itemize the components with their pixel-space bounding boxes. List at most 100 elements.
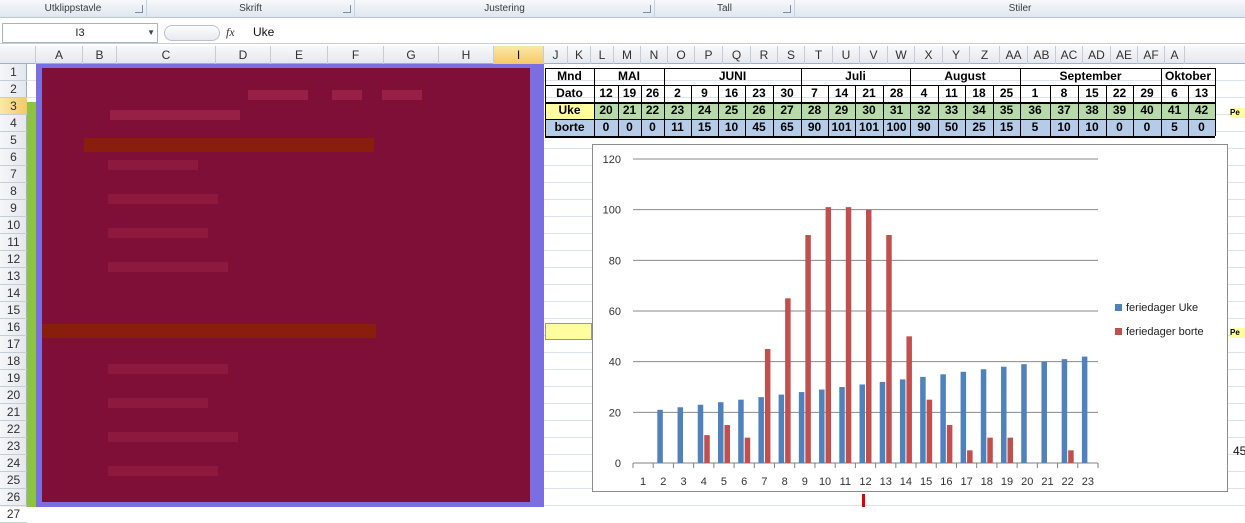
month-label[interactable]: JUNI [664, 68, 801, 85]
row-header[interactable]: 21 [0, 404, 27, 421]
borte-cell[interactable]: 15 [993, 119, 1020, 136]
date-cell[interactable]: 23 [745, 85, 773, 102]
bar-feriedager-borte[interactable] [967, 450, 973, 463]
borte-cell[interactable]: 5 [1020, 119, 1050, 136]
borte-cell[interactable]: 45 [745, 119, 773, 136]
date-cell[interactable]: 6 [1161, 85, 1188, 102]
week-cell[interactable]: 20 [594, 102, 618, 119]
column-header[interactable]: Z [970, 46, 1000, 64]
column-header[interactable]: X [915, 46, 943, 64]
date-cell[interactable]: 11 [938, 85, 965, 102]
row-header[interactable]: 11 [0, 234, 27, 251]
bar-feriedager-borte[interactable] [1007, 437, 1014, 463]
date-cell[interactable]: 30 [773, 85, 801, 102]
row-header[interactable]: 19 [0, 370, 27, 387]
borte-cell[interactable]: 100 [883, 119, 910, 136]
borte-cell[interactable]: 101 [855, 119, 883, 136]
column-header[interactable]: P [695, 46, 723, 64]
dialog-launcher-icon[interactable] [135, 5, 143, 13]
month-label[interactable]: Oktober [1161, 68, 1215, 85]
row-header[interactable]: 3 [0, 98, 27, 115]
week-cell[interactable]: 23 [664, 102, 691, 119]
date-cell[interactable]: 22 [1106, 85, 1133, 102]
bar-feriedager-borte[interactable] [987, 437, 993, 463]
dialog-launcher-icon[interactable] [783, 5, 791, 13]
dato-label[interactable]: Dato [545, 85, 594, 102]
chevron-down-icon[interactable]: ▼ [147, 24, 155, 42]
date-cell[interactable]: 1 [1020, 85, 1050, 102]
column-header[interactable]: F [328, 46, 384, 64]
borte-cell[interactable]: 10 [1050, 119, 1078, 136]
column-header[interactable]: K [568, 46, 591, 64]
row-header[interactable]: 5 [0, 132, 27, 149]
row-header[interactable]: 8 [0, 183, 27, 200]
week-cell[interactable]: 38 [1078, 102, 1106, 119]
week-cell[interactable]: 30 [855, 102, 883, 119]
borte-cell[interactable]: 90 [910, 119, 938, 136]
column-header[interactable]: V [860, 46, 888, 64]
name-box[interactable]: I3 ▼ [2, 23, 158, 43]
borte-cell[interactable]: 0 [1188, 119, 1215, 136]
week-cell[interactable]: 36 [1020, 102, 1050, 119]
date-cell[interactable]: 29 [1133, 85, 1161, 102]
date-cell[interactable]: 18 [965, 85, 993, 102]
bar-feriedager-uke[interactable] [1061, 359, 1068, 463]
bar-chart[interactable]: 0 20 40 60 80 100 120 1 2 3 4 5 6 7 8 9 10 11 12 13 14 15 16 17… [592, 144, 1228, 492]
borte-cell[interactable]: 5 [1161, 119, 1188, 136]
week-cell[interactable]: 31 [883, 102, 910, 119]
bar-feriedager-uke[interactable] [778, 394, 785, 463]
week-cell[interactable]: 34 [965, 102, 993, 119]
bar-feriedager-uke[interactable] [819, 389, 825, 463]
date-cell[interactable]: 2 [664, 85, 691, 102]
row-header[interactable]: 9 [0, 200, 27, 217]
week-cell[interactable]: 42 [1188, 102, 1215, 119]
row-header[interactable]: 22 [0, 421, 27, 438]
week-cell[interactable]: 35 [993, 102, 1020, 119]
column-header[interactable]: C [117, 46, 216, 64]
borte-label[interactable]: borte [545, 119, 594, 136]
borte-cell[interactable]: 0 [641, 119, 664, 136]
bar-feriedager-uke[interactable] [920, 376, 926, 463]
column-header[interactable]: S [778, 46, 805, 64]
column-header[interactable]: E [271, 46, 328, 64]
row-header[interactable]: 20 [0, 387, 27, 404]
bar-feriedager-uke[interactable] [798, 392, 805, 463]
date-cell[interactable]: 14 [828, 85, 855, 102]
date-cell[interactable]: 16 [718, 85, 745, 102]
bar-feriedager-borte[interactable] [1068, 450, 1074, 463]
row-header[interactable]: 25 [0, 472, 27, 489]
column-header[interactable]: AC [1056, 46, 1083, 64]
bar-feriedager-uke[interactable] [879, 381, 886, 463]
bar-feriedager-borte[interactable] [724, 425, 730, 463]
week-cell[interactable]: 27 [773, 102, 801, 119]
week-cell[interactable]: 22 [641, 102, 664, 119]
bar-feriedager-borte[interactable] [906, 336, 912, 463]
row-header[interactable]: 26 [0, 489, 27, 506]
week-cell[interactable]: 41 [1161, 102, 1188, 119]
week-cell[interactable]: 39 [1106, 102, 1133, 119]
mnd-label[interactable]: Mnd [545, 68, 594, 85]
column-header[interactable]: M [614, 46, 641, 64]
borte-cell[interactable]: 11 [664, 119, 691, 136]
column-header[interactable]: N [641, 46, 668, 64]
date-cell[interactable]: 12 [594, 85, 618, 102]
row-header[interactable]: 14 [0, 285, 27, 302]
bar-feriedager-uke[interactable] [899, 379, 906, 463]
select-all-corner[interactable] [0, 46, 36, 64]
yellow-cell-row17[interactable] [545, 323, 592, 340]
row-header[interactable]: 18 [0, 353, 27, 370]
legend-entry[interactable]: feriedager Uke [1126, 302, 1198, 314]
column-header[interactable]: AB [1028, 46, 1056, 64]
bar-feriedager-borte[interactable] [845, 207, 852, 463]
bar-feriedager-uke[interactable] [657, 409, 663, 463]
borte-cell[interactable]: 15 [691, 119, 718, 136]
column-header[interactable]: W [888, 46, 915, 64]
date-cell[interactable]: 8 [1050, 85, 1078, 102]
month-label[interactable]: Juli [801, 68, 910, 85]
week-cell[interactable]: 33 [938, 102, 965, 119]
borte-cell[interactable]: 10 [1078, 119, 1106, 136]
week-cell[interactable]: 28 [801, 102, 828, 119]
row-header[interactable]: 27 [0, 506, 27, 523]
borte-cell[interactable]: 0 [594, 119, 618, 136]
bar-feriedager-borte[interactable] [785, 298, 791, 463]
